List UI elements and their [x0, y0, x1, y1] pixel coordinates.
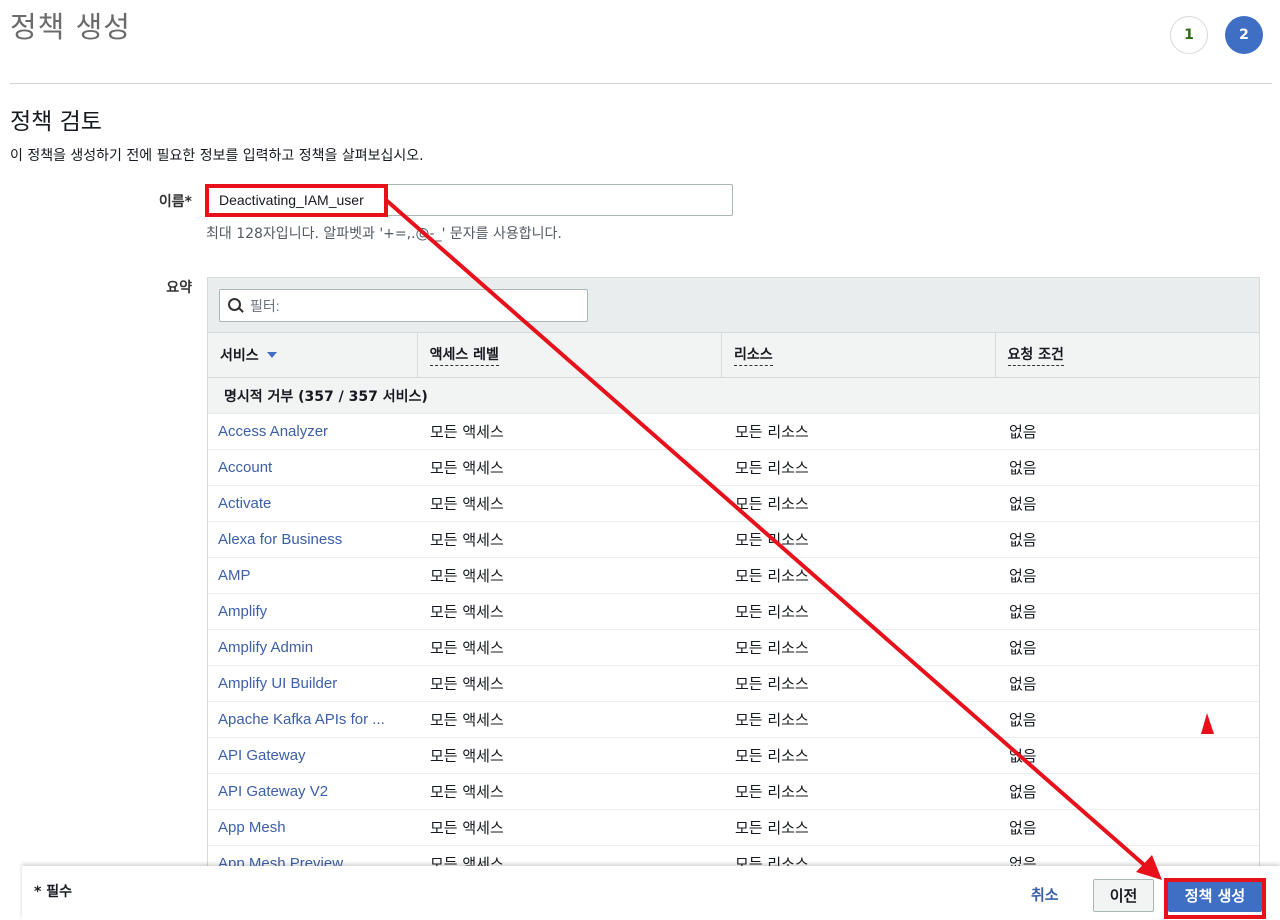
request-condition-cell: 없음 — [1009, 639, 1037, 657]
table-row: Amplify Admin 모든 액세스 모든 리소스 없음 — [208, 630, 1259, 666]
access-level-cell: 모든 액세스 — [430, 747, 504, 765]
table-row: Amplify UI Builder 모든 액세스 모든 리소스 없음 — [208, 666, 1259, 702]
table-row: AMP 모든 액세스 모든 리소스 없음 — [208, 558, 1259, 594]
section-description: 이 정책을 생성하기 전에 필요한 정보를 입력하고 정책을 살펴보십시오. — [10, 148, 424, 164]
service-link[interactable]: Access Analyzer — [208, 414, 418, 449]
request-condition-cell: 없음 — [1009, 819, 1037, 837]
resource-cell: 모든 리소스 — [735, 747, 809, 765]
access-level-cell: 모든 액세스 — [430, 531, 504, 549]
service-link[interactable]: Amplify Admin — [208, 630, 418, 665]
service-link[interactable]: App Mesh — [208, 810, 418, 845]
column-header-access-level-label: 액세스 레벨 — [429, 344, 499, 366]
table-row: Account 모든 액세스 모든 리소스 없음 — [208, 450, 1259, 486]
resource-cell: 모든 리소스 — [735, 675, 809, 693]
summary-table: 서비스 액세스 레벨 리소스 요청 조건 명시적 거부 (357 / 357 서… — [207, 277, 1260, 867]
request-condition-cell: 없음 — [1009, 459, 1037, 477]
divider — [10, 83, 1272, 84]
service-link[interactable]: Amplify UI Builder — [208, 666, 418, 701]
service-link[interactable]: API Gateway V2 — [208, 774, 418, 809]
filter-input[interactable] — [250, 297, 570, 314]
resource-cell: 모든 리소스 — [735, 783, 809, 801]
request-condition-cell: 없음 — [1009, 603, 1037, 621]
name-hint: 최대 128자입니다. 알파벳과 '+=,.@-_' 문자를 사용합니다. — [206, 226, 562, 242]
section-title: 정책 검토 — [10, 109, 102, 135]
summary-label: 요약 — [166, 280, 192, 296]
request-condition-cell: 없음 — [1009, 711, 1037, 729]
step-indicator-1[interactable]: 1 — [1170, 16, 1208, 54]
access-level-cell: 모든 액세스 — [430, 855, 504, 867]
previous-button[interactable]: 이전 — [1093, 879, 1154, 912]
table-row: Apache Kafka APIs for ... 모든 액세스 모든 리소스 없음 — [208, 702, 1259, 738]
access-level-cell: 모든 액세스 — [430, 495, 504, 513]
create-policy-page: 정책 생성 1 2 정책 검토 이 정책을 생성하기 전에 필요한 정보를 입력… — [0, 0, 1280, 920]
table-header: 서비스 액세스 레벨 리소스 요청 조건 — [208, 333, 1259, 378]
table-row: App Mesh 모든 액세스 모든 리소스 없음 — [208, 810, 1259, 846]
request-condition-cell: 없음 — [1009, 855, 1037, 867]
service-link[interactable]: Alexa for Business — [208, 522, 418, 557]
access-level-cell: 모든 액세스 — [430, 603, 504, 621]
service-link[interactable]: App Mesh Preview — [208, 846, 418, 866]
table-row: API Gateway 모든 액세스 모든 리소스 없음 — [208, 738, 1259, 774]
access-level-cell: 모든 액세스 — [430, 819, 504, 837]
column-header-request-condition-label: 요청 조건 — [1007, 344, 1064, 366]
access-level-cell: 모든 액세스 — [430, 675, 504, 693]
group-row-explicit-deny: 명시적 거부 (357 / 357 서비스) — [208, 378, 1259, 414]
request-condition-cell: 없음 — [1009, 747, 1037, 765]
resource-cell: 모든 리소스 — [735, 603, 809, 621]
filter-box[interactable] — [219, 289, 588, 322]
filter-bar — [208, 278, 1259, 333]
create-policy-button[interactable]: 정책 생성 — [1168, 879, 1262, 912]
resource-cell: 모든 리소스 — [735, 531, 809, 549]
table-row: API Gateway V2 모든 액세스 모든 리소스 없음 — [208, 774, 1259, 810]
resource-cell: 모든 리소스 — [735, 459, 809, 477]
required-note: * 필수 — [34, 884, 72, 900]
service-link[interactable]: API Gateway — [208, 738, 418, 773]
request-condition-cell: 없음 — [1009, 495, 1037, 513]
access-level-cell: 모든 액세스 — [430, 711, 504, 729]
access-level-cell: 모든 액세스 — [430, 639, 504, 657]
access-level-cell: 모든 액세스 — [430, 459, 504, 477]
table-row: App Mesh Preview 모든 액세스 모든 리소스 없음 — [208, 846, 1259, 867]
access-level-cell: 모든 액세스 — [430, 567, 504, 585]
step-indicator-2[interactable]: 2 — [1225, 16, 1263, 54]
service-link[interactable]: Apache Kafka APIs for ... — [208, 702, 418, 737]
footer-bar: * 필수 취소 이전 정책 생성 — [22, 866, 1280, 920]
table-row: Activate 모든 액세스 모든 리소스 없음 — [208, 486, 1259, 522]
resource-cell: 모든 리소스 — [735, 567, 809, 585]
resource-cell: 모든 리소스 — [735, 855, 809, 867]
column-header-access-level[interactable]: 액세스 레벨 — [418, 333, 723, 377]
request-condition-cell: 없음 — [1009, 531, 1037, 549]
column-header-resource[interactable]: 리소스 — [722, 333, 996, 377]
service-link[interactable]: Activate — [208, 486, 418, 521]
column-header-service-label: 서비스 — [220, 348, 259, 364]
search-icon — [228, 297, 244, 314]
resource-cell: 모든 리소스 — [735, 711, 809, 729]
policy-name-input[interactable] — [206, 184, 733, 216]
table-row: Alexa for Business 모든 액세스 모든 리소스 없음 — [208, 522, 1259, 558]
resource-cell: 모든 리소스 — [735, 819, 809, 837]
resource-cell: 모든 리소스 — [735, 639, 809, 657]
table-row: Amplify 모든 액세스 모든 리소스 없음 — [208, 594, 1259, 630]
page-title: 정책 생성 — [10, 10, 131, 44]
column-header-resource-label: 리소스 — [734, 344, 773, 366]
request-condition-cell: 없음 — [1009, 783, 1037, 801]
resource-cell: 모든 리소스 — [735, 495, 809, 513]
table-body: Access Analyzer 모든 액세스 모든 리소스 없음 Account 모든 액… — [208, 414, 1259, 867]
access-level-cell: 모든 액세스 — [430, 783, 504, 801]
request-condition-cell: 없음 — [1009, 423, 1037, 441]
service-link[interactable]: AMP — [208, 558, 418, 593]
resource-cell: 모든 리소스 — [735, 423, 809, 441]
sort-desc-icon[interactable] — [266, 352, 277, 358]
name-label: 이름* — [158, 194, 192, 210]
column-header-request-condition[interactable]: 요청 조건 — [996, 333, 1259, 377]
table-row: Access Analyzer 모든 액세스 모든 리소스 없음 — [208, 414, 1259, 450]
request-condition-cell: 없음 — [1009, 675, 1037, 693]
access-level-cell: 모든 액세스 — [430, 423, 504, 441]
service-link[interactable]: Account — [208, 450, 418, 485]
request-condition-cell: 없음 — [1009, 567, 1037, 585]
column-header-service[interactable]: 서비스 — [208, 333, 418, 377]
cancel-button[interactable]: 취소 — [1031, 884, 1059, 905]
service-link[interactable]: Amplify — [208, 594, 418, 629]
